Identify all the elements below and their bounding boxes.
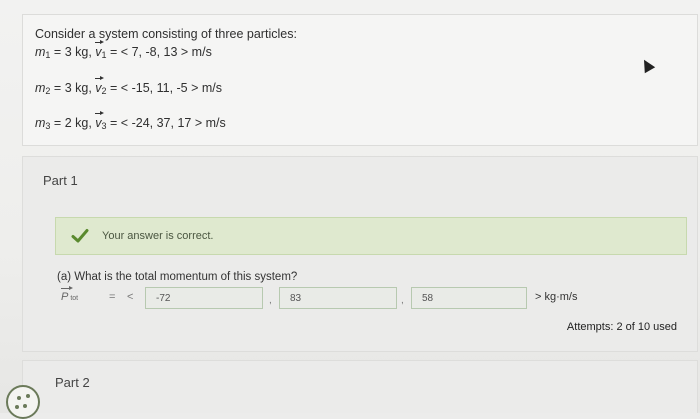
separator: ,	[401, 295, 404, 306]
part-1-title: Part 1	[43, 173, 78, 188]
part-2-title: Part 2	[55, 375, 90, 390]
feedback-text: Your answer is correct.	[102, 230, 214, 242]
mass-var: m	[35, 81, 46, 95]
mass-sub: 3	[45, 121, 51, 131]
problem-statement: Consider a system consisting of three pa…	[22, 14, 698, 146]
mass-var: m	[35, 116, 46, 130]
open-bracket: <	[127, 291, 134, 303]
separator: ,	[269, 295, 272, 306]
mouse-cursor-icon	[638, 56, 656, 74]
velocity-vector-symbol: v	[95, 40, 104, 59]
particle-3: m3 = 2 kg, v3 = < -24, 37, 17 > m/s	[35, 111, 226, 131]
unit-label: > kg·m/s	[535, 291, 578, 303]
velocity-value: = < 7, -8, 13 > m/s	[110, 45, 212, 59]
mass-sub: 2	[45, 86, 51, 96]
correct-answer-banner: Your answer is correct.	[55, 217, 687, 255]
answer-row: Ptot = < -72 , 83 , 58 > kg·m/s	[57, 286, 657, 311]
particle-2: m2 = 3 kg, v2 = < -15, 11, -5 > m/s	[35, 76, 223, 96]
equals-sign: =	[109, 291, 116, 303]
mass-var: m	[35, 45, 46, 59]
answer-y-input[interactable]: 83	[279, 287, 397, 309]
part-1-section: Part 1 Your answer is correct. (a) What …	[22, 156, 698, 352]
mass-value: = 2 kg,	[53, 116, 92, 130]
problem-intro: Consider a system consisting of three pa…	[35, 27, 297, 41]
velocity-value: = < -24, 37, 17 > m/s	[110, 116, 226, 130]
mass-sub: 1	[45, 50, 51, 60]
velocity-sub: 1	[101, 50, 107, 60]
particle-1: m1 = 3 kg, v1 = < 7, -8, 13 > m/s	[35, 40, 212, 60]
ptot-symbol: Ptot	[61, 286, 78, 303]
page: Consider a system consisting of three pa…	[0, 0, 700, 419]
velocity-sub: 3	[101, 121, 107, 131]
answer-z-input[interactable]: 58	[411, 287, 527, 309]
velocity-vector-symbol: v	[95, 111, 104, 130]
mass-value: = 3 kg,	[53, 45, 92, 59]
mass-value: = 3 kg,	[53, 81, 92, 95]
velocity-sub: 2	[101, 86, 107, 96]
velocity-value: = < -15, 11, -5 > m/s	[110, 81, 223, 95]
check-icon	[70, 226, 90, 246]
help-icon[interactable]	[6, 385, 40, 419]
question-text: (a) What is the total momentum of this s…	[57, 271, 298, 283]
answer-x-input[interactable]: -72	[145, 287, 263, 309]
attempts-counter: Attempts: 2 of 10 used	[566, 321, 677, 333]
velocity-vector-symbol: v	[95, 76, 104, 95]
part-2-section[interactable]: Part 2	[22, 360, 698, 413]
